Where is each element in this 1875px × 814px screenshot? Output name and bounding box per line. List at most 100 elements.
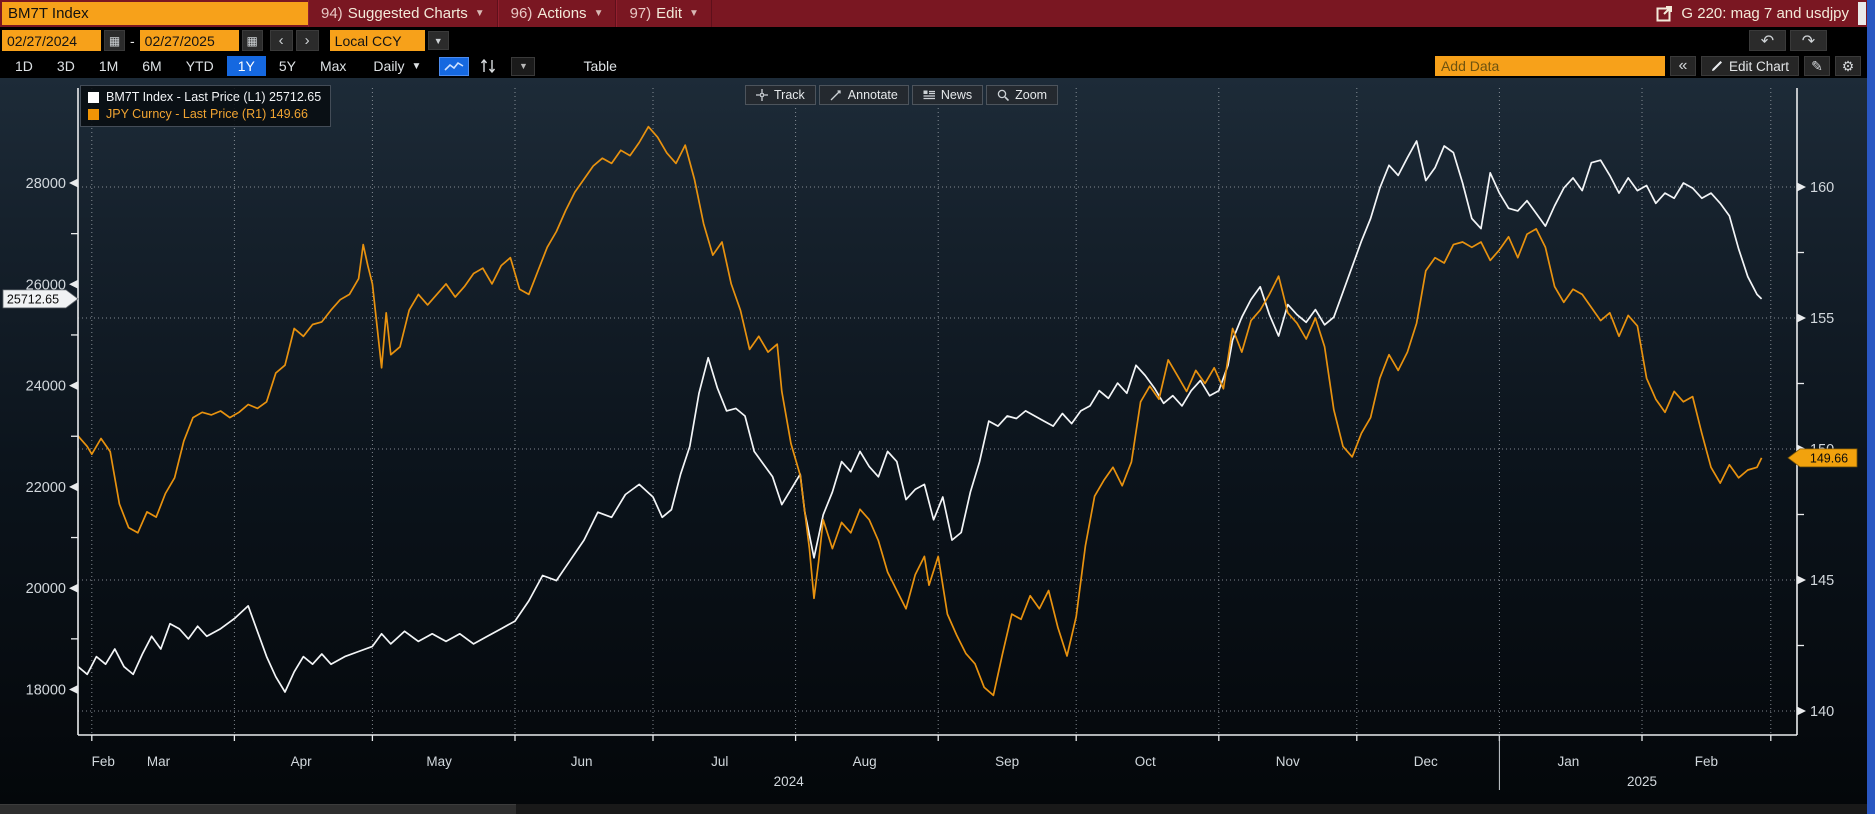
menu-number: 96) [511,5,533,22]
window-edge [1867,0,1875,814]
track-label: Track [774,88,805,102]
frequency-label: Daily [373,58,404,74]
date-separator: - [130,33,135,49]
legend-label: JPY Curncy - Last Price (R1) 149.66 [106,107,308,121]
table-button[interactable]: Table [571,56,628,76]
external-link-icon[interactable] [1656,5,1673,22]
menu-number: 97) [629,5,651,22]
svg-text:140: 140 [1810,704,1834,720]
price-chart[interactable]: 2800026000240002200020000180001601551501… [0,78,1875,804]
svg-text:160: 160 [1810,180,1834,196]
svg-text:25712.65: 25712.65 [7,292,59,306]
add-data-input[interactable]: Add Data [1435,56,1665,76]
svg-text:2025: 2025 [1627,774,1657,789]
legend-item-jpy[interactable]: JPY Curncy - Last Price (R1) 149.66 [88,107,321,121]
svg-text:Aug: Aug [853,754,877,769]
series-swatch-white [88,92,99,103]
svg-text:22000: 22000 [26,480,66,496]
zoom-label: Zoom [1015,88,1047,102]
track-button[interactable]: Track [745,85,816,105]
chart-type-dropdown[interactable]: ▼ [511,57,535,76]
svg-text:Jun: Jun [571,754,593,769]
settings-gear-button[interactable]: ⚙ [1835,56,1861,76]
menu-label: Suggested Charts [348,5,468,22]
legend-item-bm7t[interactable]: BM7T Index - Last Price (L1) 25712.65 [88,90,321,104]
date-range-bar: 02/27/2024 ▦ - 02/27/2025 ▦ ‹ › Local CC… [0,27,1875,54]
line-chart-type-button[interactable] [439,57,469,76]
period-5y[interactable]: 5Y [268,56,307,76]
title-bar: 94) Suggested Charts ▼ 96) Actions ▼ 97)… [0,0,1875,27]
period-1d[interactable]: 1D [4,56,44,76]
annotate-button[interactable]: Annotate [819,85,909,105]
menu-number: 94) [321,5,343,22]
chevron-down-icon: ▼ [689,8,699,19]
bars-arrows-icon [480,59,496,73]
chevron-down-icon: ▼ [412,61,422,72]
edit-chart-label: Edit Chart [1729,59,1789,74]
svg-text:Dec: Dec [1414,754,1438,769]
svg-text:Feb: Feb [1695,754,1718,769]
news-label: News [941,88,972,102]
collapse-panel-button[interactable]: « [1670,56,1696,76]
bottom-strip [0,804,1875,814]
svg-text:149.66: 149.66 [1810,451,1848,465]
pencil-icon [1711,60,1723,72]
svg-text:Jan: Jan [1558,754,1580,769]
svg-text:28000: 28000 [26,176,66,192]
calendar-icon[interactable]: ▦ [104,30,125,51]
start-date-field[interactable]: 02/27/2024 [2,30,101,51]
chevron-down-icon: ▼ [475,8,485,19]
chart-toolbar: 1D 3D 1M 6M YTD 1Y 5Y Max Daily ▼ ▼ Tabl… [0,54,1875,78]
series-swatch-orange [88,109,99,120]
period-1y-selected[interactable]: 1Y [227,56,266,76]
line-chart-icon [444,60,464,73]
prev-period-button[interactable]: ‹ [270,30,293,51]
period-ytd[interactable]: YTD [175,56,225,76]
legend-label: BM7T Index - Last Price (L1) 25712.65 [106,90,321,104]
security-input[interactable] [2,2,308,25]
svg-text:Jul: Jul [711,754,728,769]
chart-reference-title: G 220: mag 7 and usdjpy [1681,5,1849,22]
period-max[interactable]: Max [309,56,357,76]
svg-text:Feb: Feb [92,754,115,769]
next-period-button[interactable]: › [296,30,319,51]
svg-text:18000: 18000 [26,683,66,699]
undo-button[interactable]: ↶ [1749,30,1786,51]
menu-suggested-charts[interactable]: 94) Suggested Charts ▼ [308,0,498,27]
menu-actions[interactable]: 96) Actions ▼ [498,0,617,27]
svg-text:20000: 20000 [26,581,66,597]
svg-text:May: May [426,754,452,769]
period-6m[interactable]: 6M [131,56,172,76]
currency-dropdown-arrow[interactable]: ▼ [428,31,449,50]
svg-text:Oct: Oct [1135,754,1156,769]
bottom-strip-segment [0,804,516,814]
menu-label: Actions [537,5,586,22]
frequency-select[interactable]: Daily ▼ [373,58,421,74]
annotate-line-icon [830,89,842,101]
edit-chart-button[interactable]: Edit Chart [1701,56,1799,76]
news-icon [923,89,935,101]
compare-axes-button[interactable] [473,57,503,76]
annotate-label: Annotate [848,88,898,102]
period-1m[interactable]: 1M [88,56,129,76]
notes-icon-button[interactable]: ✎ [1804,56,1830,76]
zoom-button[interactable]: Zoom [986,85,1058,105]
currency-select[interactable]: Local CCY [330,30,425,51]
svg-text:24000: 24000 [26,379,66,395]
svg-text:2024: 2024 [774,774,805,789]
window-notch [1858,2,1866,25]
news-button[interactable]: News [912,85,983,105]
redo-button[interactable]: ↷ [1790,30,1827,51]
svg-text:Mar: Mar [147,754,171,769]
chart-area[interactable]: 2800026000240002200020000180001601551501… [0,78,1875,804]
svg-text:145: 145 [1810,573,1834,589]
svg-text:Sep: Sep [995,754,1019,769]
svg-text:Nov: Nov [1276,754,1300,769]
chevron-down-icon: ▼ [594,8,604,19]
calendar-icon[interactable]: ▦ [242,30,263,51]
chart-legend: BM7T Index - Last Price (L1) 25712.65 JP… [80,85,331,127]
menu-edit[interactable]: 97) Edit ▼ [616,0,711,27]
period-3d[interactable]: 3D [46,56,86,76]
crosshair-icon [756,89,768,101]
end-date-field[interactable]: 02/27/2025 [140,30,239,51]
